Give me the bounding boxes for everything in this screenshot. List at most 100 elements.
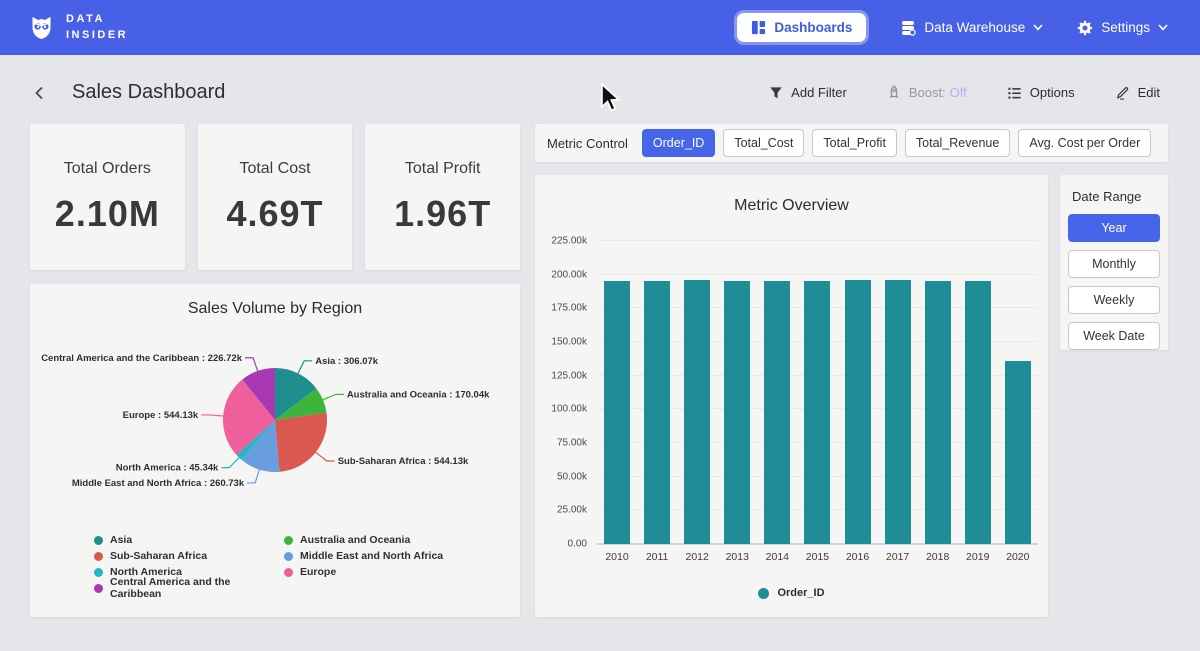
- kpi-row: Total Orders2.10MTotal Cost4.69TTotal Pr…: [30, 124, 520, 270]
- bar[interactable]: [764, 281, 790, 544]
- boost-value: Off: [950, 85, 967, 100]
- dashboard-content: Total Orders2.10MTotal Cost4.69TTotal Pr…: [0, 104, 1200, 617]
- metric-control-options: Order_ID Total_Cost Total_Profit Total_Reve…: [642, 129, 1151, 157]
- bar[interactable]: [804, 281, 830, 544]
- bar-chart-title: Metric Overview: [535, 197, 1048, 215]
- database-icon: [900, 20, 916, 36]
- bar[interactable]: [885, 280, 911, 544]
- owl-logo-icon: [28, 14, 55, 41]
- bar[interactable]: [1005, 361, 1031, 544]
- edit-button[interactable]: Edit: [1109, 84, 1166, 101]
- bar-legend-label: Order_ID: [777, 587, 824, 599]
- kpi-card: Total Cost4.69T: [198, 124, 353, 270]
- x-axis-category-label: 2017: [885, 551, 911, 563]
- metric-control-option[interactable]: Total_Cost: [723, 129, 804, 157]
- options-button[interactable]: Options: [1001, 84, 1081, 101]
- x-axis-category-label: 2013: [724, 551, 750, 563]
- bar-series: [597, 241, 1038, 544]
- legend-dot: [284, 536, 293, 545]
- chart-row: Metric Overview 0.0025.00k50.00k75.00k10…: [535, 175, 1168, 617]
- right-column: Metric Control Order_IDTotal_CostTotal_P…: [535, 124, 1168, 617]
- x-axis-category-label: 2019: [965, 551, 991, 563]
- chevron-down-icon: [1158, 24, 1168, 31]
- nav-settings-label: Settings: [1101, 20, 1150, 35]
- date-range-option[interactable]: Year: [1068, 214, 1160, 242]
- kpi-card: Total Profit 1.96T: [365, 124, 520, 270]
- legend-dot: [284, 568, 293, 577]
- y-axis-tick-label: 125.00k: [551, 370, 587, 381]
- bar[interactable]: [845, 280, 871, 544]
- kpi-label: Total Profit: [405, 160, 481, 178]
- metric-control-option[interactable]: Total_Profit: [812, 129, 897, 157]
- brand-line-1: DATA: [66, 12, 128, 28]
- kpi-value: 2.10M: [55, 193, 160, 235]
- metric-control-option[interactable]: Avg. Cost per Order: [1018, 129, 1151, 157]
- dashboard-grid-icon: [751, 20, 766, 35]
- nav-dashboards-button[interactable]: Dashboards: [737, 13, 866, 42]
- legend-dot: [94, 552, 103, 561]
- left-column: Total Orders2.10MTotal Cost4.69TTotal Pr…: [30, 124, 520, 617]
- pie-chart-card: Sales Volume by Region Asia : 306.07kAus…: [30, 284, 520, 617]
- pie-slice-label: North America : 45.34k: [116, 463, 219, 474]
- kpi-label: Total Cost: [239, 160, 310, 178]
- pie-label-line: [316, 452, 335, 461]
- metric-control-option[interactable]: Order_ID: [642, 129, 715, 157]
- date-range-option[interactable]: Weekly: [1068, 286, 1160, 314]
- nav-settings[interactable]: Settings: [1077, 20, 1168, 36]
- kpi-label: Total Orders: [64, 160, 151, 178]
- pie-legend-item[interactable]: Sub-Saharan Africa: [94, 548, 284, 564]
- pie-slice-label: Middle East and North Africa : 260.73k: [72, 478, 245, 489]
- date-range-option[interactable]: Monthly: [1068, 250, 1160, 278]
- toolbar-actions: Add Filter Boost: Off Options Edit: [763, 84, 1166, 101]
- bar[interactable]: [684, 280, 710, 544]
- pie-legend-item[interactable]: Middle East and North Africa: [284, 548, 474, 564]
- filter-funnel-icon: [769, 86, 783, 100]
- x-axis-category-label: 2016: [845, 551, 871, 563]
- date-range-option[interactable]: Week Date: [1068, 322, 1160, 350]
- legend-dot: [94, 568, 103, 577]
- boost-toggle[interactable]: Boost: Off: [881, 84, 973, 101]
- pie-legend-label: Middle East and North Africa: [300, 550, 443, 562]
- y-axis-tick-label: 225.00k: [551, 236, 587, 247]
- metric-control-option[interactable]: Total_Revenue: [905, 129, 1010, 157]
- legend-dot: [94, 536, 103, 545]
- kpi-card: Total Orders 2.10M: [30, 124, 185, 270]
- bar-chart-legend[interactable]: Order_ID: [535, 587, 1048, 599]
- bar[interactable]: [724, 281, 750, 544]
- bar[interactable]: [644, 281, 670, 544]
- list-options-icon: [1007, 86, 1022, 100]
- bar[interactable]: [925, 281, 951, 544]
- y-axis-tick-label: 100.00k: [551, 404, 587, 415]
- add-filter-button[interactable]: Add Filter: [763, 84, 853, 101]
- pie-slice-label: Australia and Oceania : 170.04k: [347, 389, 490, 400]
- pie-slice-label: Asia : 306.07k: [315, 356, 379, 367]
- y-axis-tick-label: 150.00k: [551, 337, 587, 348]
- edit-label: Edit: [1138, 85, 1160, 100]
- pie-legend: AsiaAustralia and OceaniaSub-Saharan Afr…: [94, 532, 520, 596]
- x-axis-category-label: 2012: [684, 551, 710, 563]
- x-axis-category-label: 2014: [764, 551, 790, 563]
- pie-slice[interactable]: [275, 413, 327, 472]
- nav-data-warehouse[interactable]: Data Warehouse: [900, 20, 1043, 36]
- pie-legend-item[interactable]: Asia: [94, 532, 284, 548]
- y-axis-tick-label: 200.00k: [551, 269, 587, 280]
- bar[interactable]: [965, 281, 991, 544]
- x-axis-category-label: 2020: [1005, 551, 1031, 563]
- page-title: Sales Dashboard: [72, 81, 225, 104]
- rocket-icon: [887, 85, 901, 100]
- pie-legend-label: Central America and the Caribbean: [110, 576, 284, 600]
- pie-legend-label: Europe: [300, 566, 336, 578]
- y-axis-tick-label: 75.00k: [557, 438, 587, 449]
- pie-legend-item[interactable]: Australia and Oceania: [284, 532, 474, 548]
- pencil-edit-icon: [1115, 85, 1130, 100]
- pie-label-line: [245, 358, 258, 371]
- pie-label-line: [221, 458, 239, 468]
- pie-legend-item[interactable]: Europe: [284, 564, 474, 580]
- bar[interactable]: [604, 281, 630, 544]
- legend-dot: [284, 552, 293, 561]
- boost-label: Boost:: [909, 85, 946, 100]
- back-button[interactable]: [30, 83, 50, 103]
- pie-legend-item[interactable]: Central America and the Caribbean: [94, 580, 284, 596]
- kpi-value: 1.96T: [394, 193, 491, 235]
- y-axis-tick-label: 175.00k: [551, 303, 587, 314]
